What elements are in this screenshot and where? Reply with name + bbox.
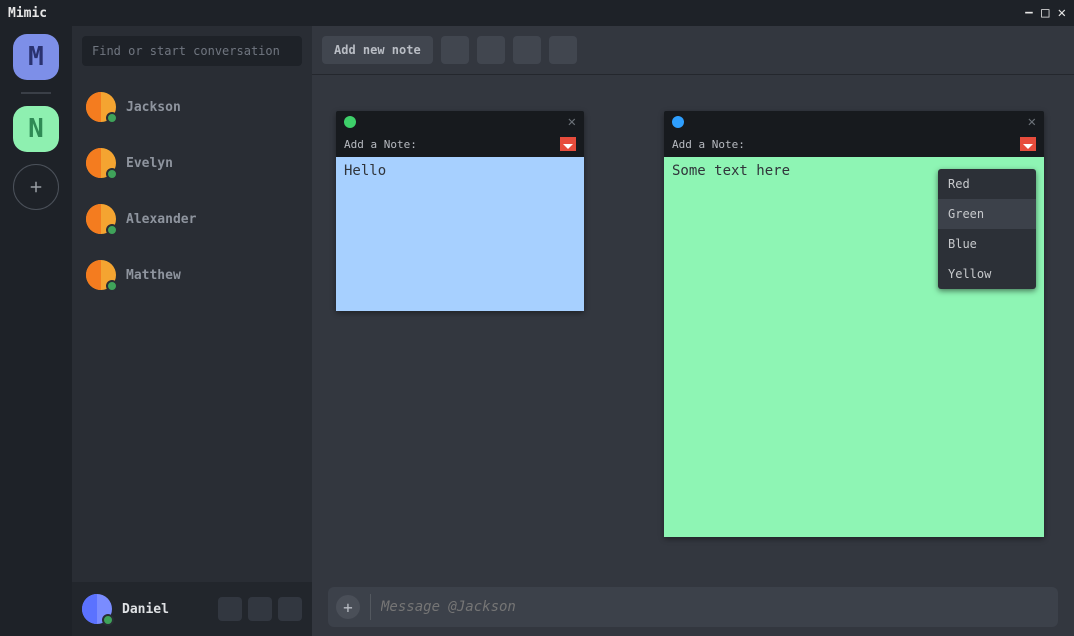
avatar [86, 92, 116, 122]
maximize-icon[interactable]: □ [1041, 5, 1049, 21]
self-action-3[interactable] [278, 597, 302, 621]
attach-button[interactable]: + [336, 595, 360, 619]
note-label: Add a Note: [344, 138, 417, 151]
note-color-picker[interactable] [560, 137, 576, 151]
dm-list: Jackson Evelyn Alexander Matthew [72, 76, 312, 582]
message-input[interactable] [381, 599, 1050, 615]
dm-item-matthew[interactable]: Matthew [78, 254, 306, 296]
self-action-1[interactable] [218, 597, 242, 621]
server-rail: M N [0, 26, 72, 636]
status-online-icon [106, 280, 118, 292]
toolbar-button-4[interactable] [549, 36, 577, 64]
color-option-blue[interactable]: Blue [938, 229, 1036, 259]
note-body[interactable]: Hello [336, 157, 584, 311]
status-online-icon [106, 112, 118, 124]
color-menu: Red Green Blue Yellow [938, 169, 1036, 289]
status-online-icon [106, 224, 118, 236]
note-card[interactable]: ✕ Add a Note: Some text here Red Green B… [664, 111, 1044, 537]
rail-divider [21, 92, 51, 94]
note-close-icon[interactable]: ✕ [568, 114, 576, 130]
avatar [86, 260, 116, 290]
composer-separator [370, 594, 371, 620]
dm-name: Evelyn [126, 156, 173, 171]
add-server-button[interactable] [13, 164, 59, 210]
search-input[interactable] [82, 36, 302, 66]
avatar [86, 148, 116, 178]
status-online-icon [102, 614, 114, 626]
avatar [86, 204, 116, 234]
color-option-yellow[interactable]: Yellow [938, 259, 1036, 289]
dm-name: Alexander [126, 212, 196, 227]
titlebar: Mimic − □ ✕ [0, 0, 1074, 26]
toolbar-button-3[interactable] [513, 36, 541, 64]
self-panel: Daniel [72, 582, 312, 636]
status-online-icon [106, 168, 118, 180]
self-name: Daniel [122, 602, 169, 617]
toolbar-button-1[interactable] [441, 36, 469, 64]
note-header[interactable]: ✕ [664, 111, 1044, 133]
main-area: Add new note ✕ Add a Note: Hello [312, 26, 1074, 636]
note-card[interactable]: ✕ Add a Note: Hello [336, 111, 584, 311]
close-icon[interactable]: ✕ [1058, 5, 1066, 21]
guild-n[interactable]: N [13, 106, 59, 152]
color-option-green[interactable]: Green [938, 199, 1036, 229]
dm-name: Jackson [126, 100, 181, 115]
composer: + [312, 578, 1074, 636]
note-color-dot-icon [344, 116, 356, 128]
dm-item-jackson[interactable]: Jackson [78, 86, 306, 128]
note-close-icon[interactable]: ✕ [1028, 114, 1036, 130]
note-color-picker[interactable] [1020, 137, 1036, 151]
add-note-button[interactable]: Add new note [322, 36, 433, 64]
plus-icon [27, 178, 45, 196]
app-title: Mimic [8, 6, 47, 21]
notes-canvas[interactable]: ✕ Add a Note: Hello ✕ Add a Note: So [312, 74, 1074, 578]
self-action-2[interactable] [248, 597, 272, 621]
sidebar: Jackson Evelyn Alexander Matthew Daniel [72, 26, 312, 636]
color-option-red[interactable]: Red [938, 169, 1036, 199]
note-color-dot-icon [672, 116, 684, 128]
dm-item-alexander[interactable]: Alexander [78, 198, 306, 240]
toolbar: Add new note [312, 26, 1074, 74]
note-label: Add a Note: [672, 138, 745, 151]
self-avatar[interactable] [82, 594, 112, 624]
minimize-icon[interactable]: − [1025, 5, 1033, 21]
guild-m[interactable]: M [13, 34, 59, 80]
note-header[interactable]: ✕ [336, 111, 584, 133]
dm-item-evelyn[interactable]: Evelyn [78, 142, 306, 184]
toolbar-button-2[interactable] [477, 36, 505, 64]
dm-name: Matthew [126, 268, 181, 283]
